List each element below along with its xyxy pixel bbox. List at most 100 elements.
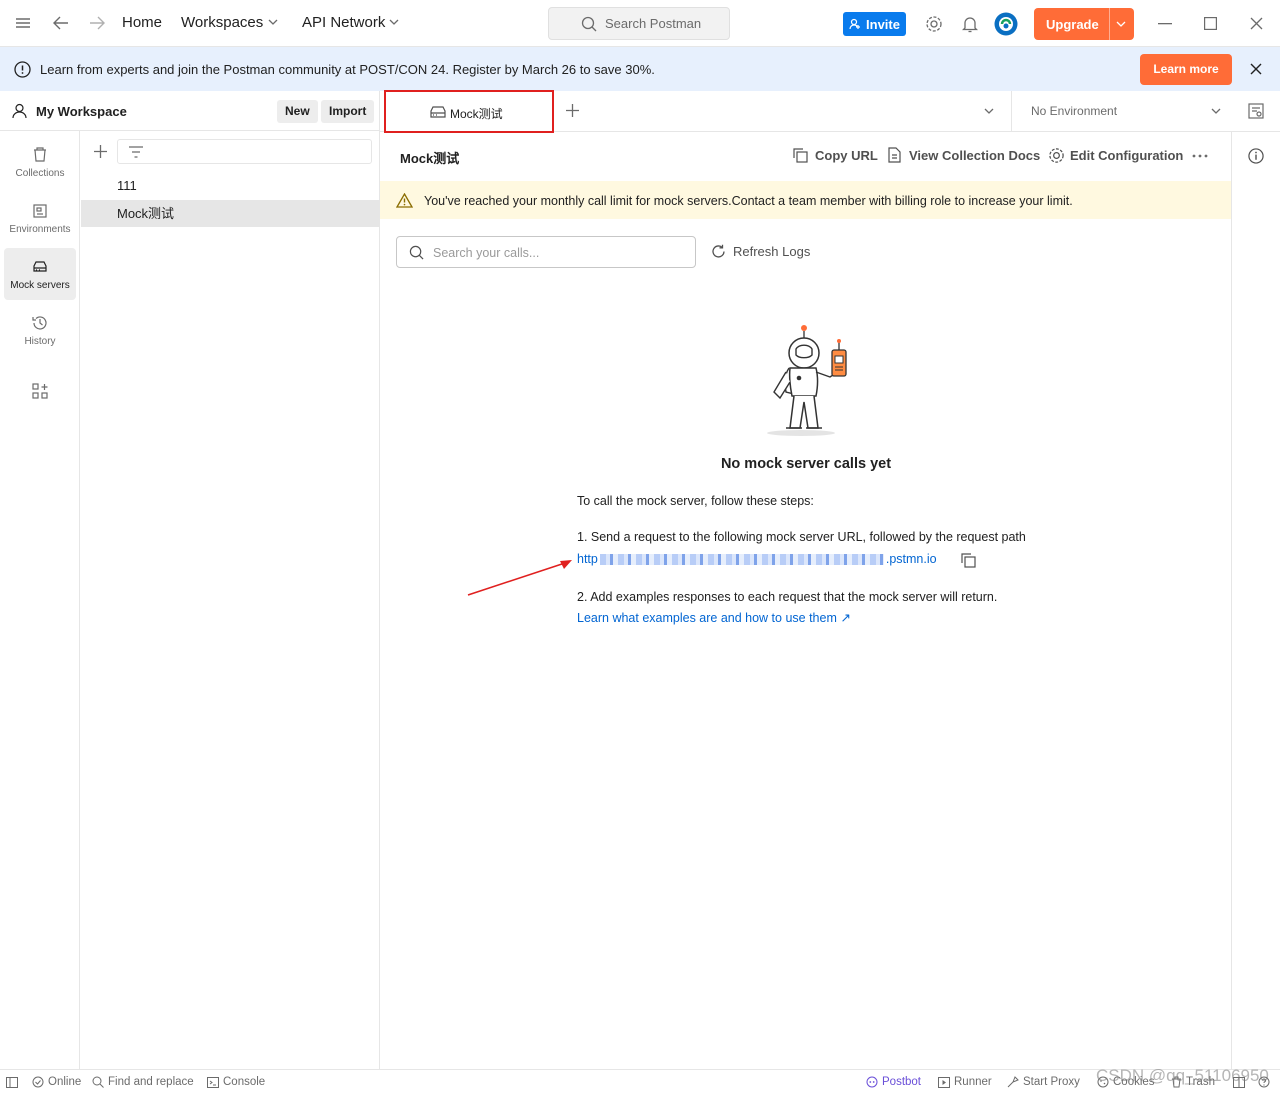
filter-input[interactable] bbox=[117, 139, 372, 164]
list-item[interactable]: 111 bbox=[81, 172, 379, 199]
add-user-icon bbox=[849, 18, 861, 30]
configure-sidebar-icon[interactable] bbox=[32, 383, 48, 399]
instructions-step-2: 2. Add examples responses to each reques… bbox=[577, 590, 998, 604]
global-search-input[interactable]: Search Postman bbox=[548, 7, 730, 40]
copy-url-icon[interactable] bbox=[961, 553, 976, 568]
trash-can-collections-icon bbox=[34, 147, 46, 162]
mock-server-url[interactable]: http .pstmn.io bbox=[577, 552, 937, 566]
workspaces-menu[interactable]: Workspaces bbox=[181, 14, 263, 31]
environment-selector[interactable]: No Environment bbox=[1011, 91, 1240, 131]
start-proxy-button[interactable]: Start Proxy bbox=[1007, 1076, 1080, 1088]
avatar[interactable] bbox=[994, 12, 1018, 36]
start-proxy-label: Start Proxy bbox=[1023, 1076, 1080, 1088]
import-button[interactable]: Import bbox=[321, 100, 375, 123]
call-limit-warning: You've reached your monthly call limit f… bbox=[380, 181, 1231, 219]
close-icon[interactable] bbox=[1250, 63, 1262, 75]
sidebar-item-label: History bbox=[24, 336, 56, 347]
history-clock-icon bbox=[32, 316, 47, 330]
right-context-bar bbox=[1231, 132, 1280, 1069]
postbot-button[interactable]: Postbot bbox=[866, 1076, 921, 1088]
workspace-name[interactable]: My Workspace bbox=[36, 104, 127, 119]
minimize-icon[interactable] bbox=[1158, 23, 1172, 25]
document-icon bbox=[888, 147, 901, 163]
filter-icon bbox=[129, 146, 143, 158]
chevron-down-icon bbox=[389, 19, 399, 26]
refresh-icon bbox=[712, 244, 725, 258]
list-item[interactable]: Mock测试 bbox=[81, 200, 379, 227]
new-tab-plus-icon[interactable] bbox=[566, 104, 579, 117]
environment-label: No Environment bbox=[1031, 104, 1118, 118]
sidebar-item-collections[interactable]: Collections bbox=[4, 136, 76, 188]
sidebar-item-label: Environments bbox=[9, 224, 71, 235]
forward-arrow-icon[interactable] bbox=[89, 16, 105, 30]
online-status[interactable]: Online bbox=[32, 1076, 81, 1088]
sidebar-item-history[interactable]: History bbox=[4, 304, 76, 356]
toggle-sidebar-icon[interactable] bbox=[6, 1077, 18, 1088]
sidebar-nav: Collections Environments Mock servers Hi… bbox=[0, 131, 80, 1069]
back-arrow-icon[interactable] bbox=[53, 16, 69, 30]
find-replace-button[interactable]: Find and replace bbox=[92, 1076, 194, 1088]
promo-banner: Learn from experts and join the Postman … bbox=[0, 47, 1280, 91]
find-replace-label: Find and replace bbox=[108, 1076, 194, 1088]
search-icon bbox=[409, 245, 424, 260]
instructions-step-1: 1. Send a request to the following mock … bbox=[577, 530, 1026, 544]
refresh-logs-button[interactable]: Refresh Logs bbox=[711, 244, 810, 259]
gear-icon bbox=[1048, 147, 1065, 164]
refresh-label: Refresh Logs bbox=[733, 244, 811, 259]
server-icon bbox=[33, 261, 47, 272]
postbot-label: Postbot bbox=[882, 1076, 921, 1088]
check-circle-icon bbox=[32, 1076, 44, 1088]
chevron-down-icon[interactable] bbox=[1116, 21, 1126, 28]
sidebar-item-mock-servers[interactable]: Mock servers bbox=[4, 248, 76, 300]
search-placeholder: Search Postman bbox=[605, 16, 702, 31]
copy-icon bbox=[793, 148, 808, 163]
tab-mock-test[interactable]: Mock测试 bbox=[384, 90, 554, 133]
search-icon bbox=[92, 1076, 104, 1088]
chevron-down-icon bbox=[1211, 108, 1221, 115]
info-icon bbox=[14, 61, 31, 78]
learn-examples-link[interactable]: Learn what examples are and how to use t… bbox=[577, 610, 851, 625]
new-button[interactable]: New bbox=[277, 100, 318, 123]
settings-gear-icon[interactable] bbox=[925, 15, 943, 33]
view-collection-docs-button[interactable]: View Collection Docs bbox=[909, 148, 1040, 163]
banner-message: Learn from experts and join the Postman … bbox=[40, 62, 655, 77]
search-calls-input[interactable]: Search your calls... bbox=[396, 236, 696, 268]
close-window-icon[interactable] bbox=[1250, 17, 1263, 30]
title-bar: Home Workspaces API Network Search Postm… bbox=[0, 0, 1280, 47]
empty-state-title: No mock server calls yet bbox=[720, 456, 892, 472]
notification-bell-icon[interactable] bbox=[962, 15, 978, 33]
user-icon bbox=[12, 103, 27, 119]
environment-icon bbox=[33, 204, 47, 218]
tabs-dropdown-chevron-icon[interactable] bbox=[984, 108, 994, 115]
content-header: Mock测试 Copy URL View Collection Docs Edi… bbox=[380, 132, 1231, 180]
info-icon[interactable] bbox=[1248, 148, 1264, 164]
annotation-arrow-icon bbox=[466, 555, 576, 600]
workspace-header: My Workspace New Import bbox=[0, 91, 380, 131]
page-title: Mock测试 bbox=[400, 151, 460, 166]
environment-quick-look-icon[interactable] bbox=[1248, 103, 1264, 119]
home-link[interactable]: Home bbox=[122, 14, 162, 31]
sidebar-item-label: Collections bbox=[15, 168, 65, 179]
copy-url-button[interactable]: Copy URL bbox=[815, 148, 878, 163]
upgrade-label: Upgrade bbox=[1046, 17, 1099, 32]
add-icon[interactable] bbox=[94, 145, 107, 158]
search-calls-placeholder: Search your calls... bbox=[433, 246, 540, 260]
learn-more-button[interactable]: Learn more bbox=[1140, 54, 1232, 85]
url-suffix: .pstmn.io bbox=[885, 552, 937, 566]
hamburger-menu-icon[interactable] bbox=[15, 16, 31, 30]
split-divider bbox=[1109, 8, 1110, 40]
edit-configuration-button[interactable]: Edit Configuration bbox=[1070, 148, 1183, 163]
api-network-menu[interactable]: API Network bbox=[302, 14, 385, 31]
console-button[interactable]: Console bbox=[207, 1076, 265, 1088]
postbot-icon bbox=[866, 1076, 878, 1088]
invite-button[interactable]: Invite bbox=[843, 12, 906, 36]
runner-button[interactable]: Runner bbox=[938, 1076, 992, 1088]
upgrade-button[interactable]: Upgrade bbox=[1034, 8, 1134, 40]
maximize-icon[interactable] bbox=[1204, 17, 1217, 30]
status-bar: Online Find and replace Console Postbot … bbox=[0, 1069, 1280, 1094]
chevron-down-icon bbox=[268, 19, 278, 26]
sidebar-item-environments[interactable]: Environments bbox=[4, 192, 76, 244]
runner-icon bbox=[938, 1076, 950, 1088]
proxy-icon bbox=[1007, 1076, 1019, 1088]
more-options-icon[interactable] bbox=[1192, 154, 1208, 158]
